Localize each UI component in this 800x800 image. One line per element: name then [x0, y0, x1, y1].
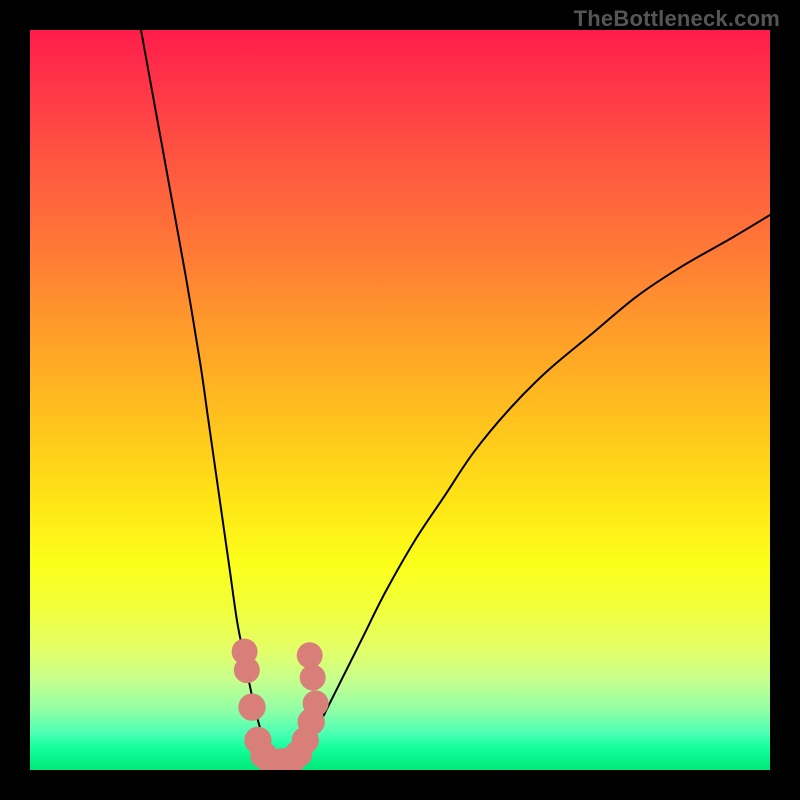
chart-container: TheBottleneck.com — [0, 0, 800, 800]
trough-marker — [297, 642, 323, 668]
curve-right-branch — [296, 215, 770, 763]
trough-marker — [238, 693, 265, 720]
watermark: TheBottleneck.com — [574, 6, 780, 32]
curve-overlay — [30, 30, 770, 770]
trough-marker — [303, 690, 329, 716]
trough-marker — [234, 657, 260, 683]
trough-marker — [300, 665, 326, 691]
